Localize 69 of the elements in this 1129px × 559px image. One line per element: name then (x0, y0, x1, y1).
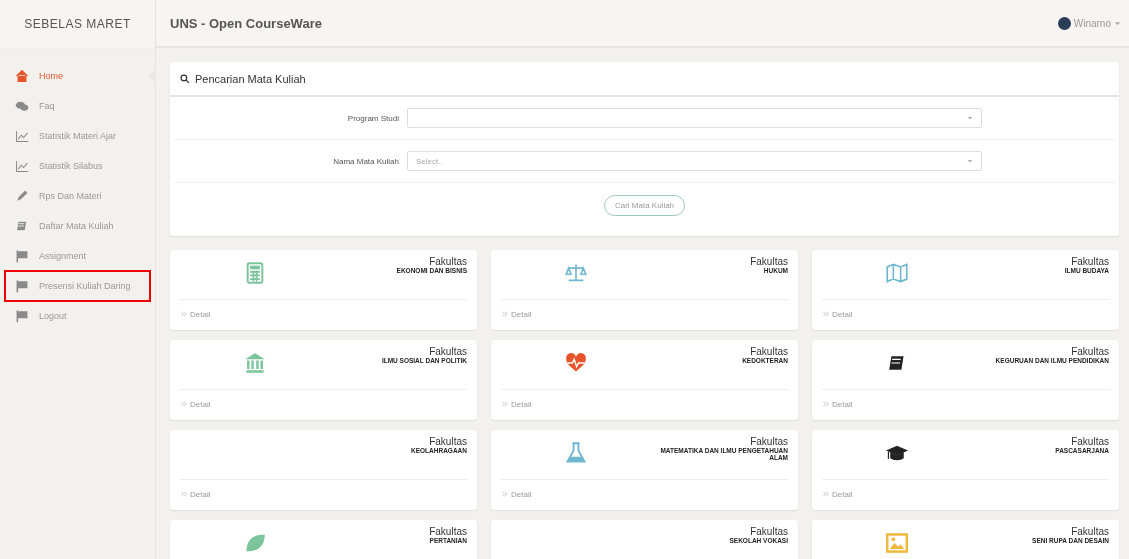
detail-link[interactable]: Detail (511, 309, 532, 319)
detail-link[interactable]: Detail (832, 309, 853, 319)
card-label: Fakultas (1071, 256, 1109, 267)
chart-icon (15, 129, 29, 143)
map-icon (886, 262, 908, 284)
card-label: Fakultas (750, 436, 788, 447)
scales-icon (565, 262, 587, 284)
chevrons-icon (501, 310, 509, 318)
card-label: Fakultas (1071, 346, 1109, 357)
chevrons-icon (501, 400, 509, 408)
nav-item[interactable]: Assignment (5, 241, 150, 271)
chevrons-icon (501, 490, 509, 498)
card-label: Fakultas (750, 346, 788, 357)
flag-icon (15, 249, 29, 263)
nav-item[interactable]: Statistik Silabus (5, 151, 150, 181)
chevrons-icon (180, 400, 188, 408)
card-label: Fakultas (750, 256, 788, 267)
chevrons-icon (822, 310, 830, 318)
nav-item[interactable]: Logout (5, 301, 150, 331)
nav-item[interactable]: Statistik Materi Ajar (5, 121, 150, 151)
caret-icon (967, 115, 973, 121)
search-button[interactable]: Cari Mata Kuliah (603, 195, 686, 216)
pencil-icon (15, 189, 29, 203)
book-icon (15, 219, 29, 233)
chart-icon (15, 159, 29, 173)
card-label: Fakultas (429, 256, 467, 267)
leaf-icon (244, 532, 266, 554)
search-icon (180, 73, 190, 84)
bank-icon (244, 352, 266, 374)
detail-link[interactable]: Detail (190, 309, 211, 319)
calculator-icon (244, 262, 266, 284)
card-label: Fakultas (750, 526, 788, 537)
caret-icon (967, 158, 973, 164)
caret-icon (1114, 19, 1121, 27)
nav-item[interactable]: Daftar Mata Kuliah (5, 211, 150, 241)
chevrons-icon (822, 490, 830, 498)
image-icon (886, 532, 908, 554)
user-menu[interactable]: Winarno (1057, 16, 1121, 30)
chat-icon (15, 99, 29, 113)
flag-icon (15, 279, 29, 293)
avatar-icon (1057, 16, 1071, 30)
chevrons-icon (822, 400, 830, 408)
select-field[interactable]: Select.. (407, 151, 982, 171)
flag-icon (15, 309, 29, 323)
detail-link[interactable]: Detail (832, 489, 853, 499)
flask-icon (565, 442, 587, 464)
card-label: Fakultas (1071, 436, 1109, 447)
nav-item[interactable]: Rps Dan Materi (5, 181, 150, 211)
panel-title: Pencarian Mata Kuliah (195, 72, 306, 85)
home-icon (15, 69, 29, 83)
card-label: Fakultas (429, 526, 467, 537)
chevrons-icon (180, 490, 188, 498)
app-title: UNS - Open CourseWare (170, 15, 323, 31)
card-label: Fakultas (1071, 526, 1109, 537)
nav-item[interactable]: Presensi Kuliah Daring (5, 271, 150, 301)
chevrons-icon (180, 310, 188, 318)
heart-icon (565, 352, 587, 374)
card-label: Fakultas (429, 346, 467, 357)
card-label: Fakultas (429, 436, 467, 447)
brand-name: SEBELAS MARET (0, 0, 155, 49)
field-label: Nama Mata Kuliah (332, 156, 399, 166)
select-field[interactable] (407, 108, 982, 128)
nav-item[interactable]: Faq (5, 91, 150, 121)
detail-link[interactable]: Detail (511, 489, 532, 499)
detail-link[interactable]: Detail (190, 399, 211, 409)
field-label: Program Studi (346, 113, 399, 123)
detail-link[interactable]: Detail (190, 489, 211, 499)
detail-link[interactable]: Detail (511, 399, 532, 409)
detail-link[interactable]: Detail (832, 399, 853, 409)
